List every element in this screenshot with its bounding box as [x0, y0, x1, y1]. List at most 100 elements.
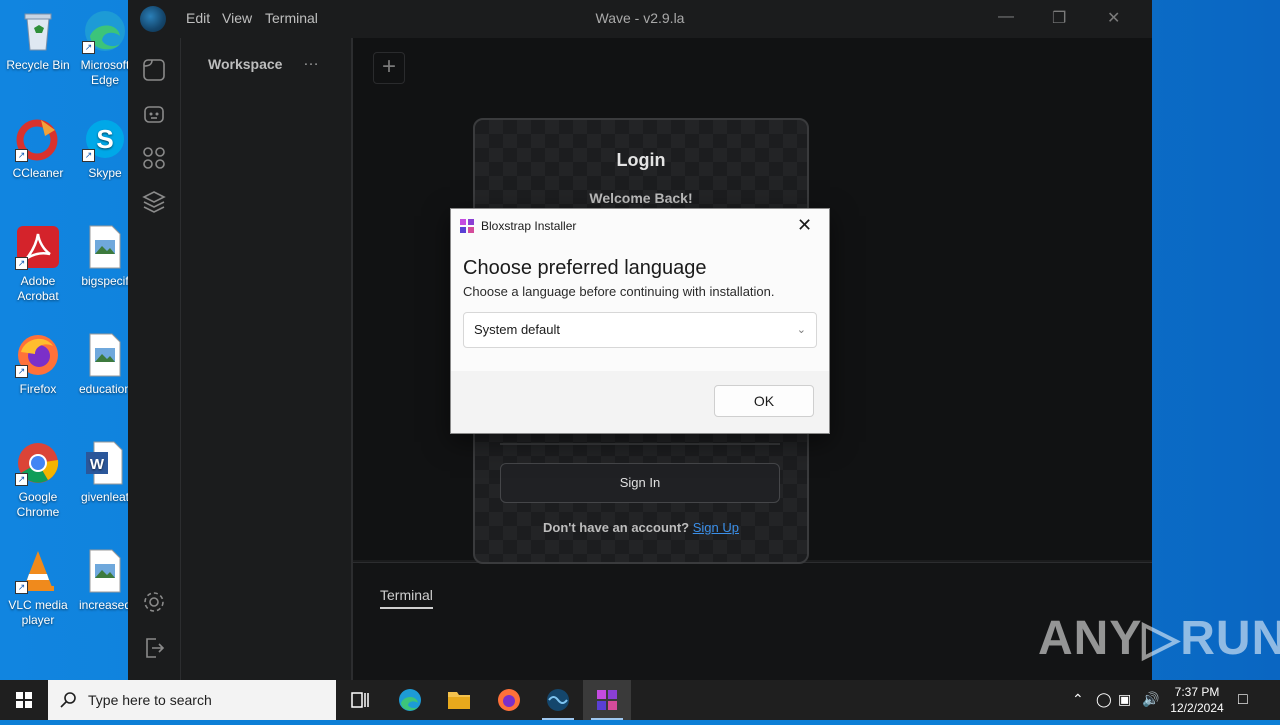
desktop-icon-firefox[interactable]: ↗ Firefox — [0, 332, 76, 397]
chevron-up-icon[interactable]: ⌃ — [1072, 691, 1084, 708]
logout-icon[interactable] — [142, 636, 166, 660]
anyrun-watermark: ANY▷RUN — [1038, 612, 1280, 665]
desktop-icon-label: givenleat — [80, 490, 130, 504]
bloxstrap-icon — [460, 219, 474, 233]
clock-time: 7:37 PM — [1174, 685, 1220, 699]
workspace-panel: Workspace … — [181, 38, 353, 680]
desktop-icon-label: VLC media player — [8, 598, 68, 627]
dialog-app-name: Bloxstrap Installer — [481, 219, 577, 233]
desktop-icon-label: Recycle Bin — [6, 58, 70, 72]
search-placeholder: Type here to search — [88, 692, 212, 708]
taskbar-wave[interactable] — [534, 680, 582, 720]
dialog-subtext: Choose a language before continuing with… — [463, 284, 775, 299]
desktop-icon-label: increased — [78, 598, 132, 612]
language-select[interactable]: System default ⌄ — [463, 312, 817, 348]
dialog-heading: Choose preferred language — [463, 257, 707, 279]
start-button[interactable] — [0, 680, 48, 720]
close-icon[interactable]: ✕ — [1107, 8, 1120, 28]
desktop-icon-givenleat[interactable]: W givenleat — [74, 440, 136, 505]
desktop-icon-edge[interactable]: ↗ Microsoft Edge — [74, 8, 136, 88]
taskbar-file-explorer[interactable] — [435, 680, 483, 720]
windows-icon — [16, 692, 32, 708]
minimize-icon[interactable]: — — [998, 8, 1014, 26]
action-center-icon[interactable]: □ — [1238, 691, 1248, 709]
more-icon[interactable]: … — [303, 52, 320, 70]
desktop-icon-label: Adobe Acrobat — [17, 274, 59, 303]
desktop-icon-increased[interactable]: increased — [74, 548, 136, 613]
desktop-icon-label: Skype — [88, 166, 122, 180]
signup-line: Don't have an account? Sign Up — [475, 520, 807, 535]
firefox-icon: ↗ — [15, 332, 61, 378]
desktop-icon-label: Microsoft Edge — [80, 58, 130, 87]
image-file-icon — [82, 548, 128, 594]
desktop-icon-vlc[interactable]: ↗ VLC media player — [0, 548, 76, 628]
network-icon[interactable]: ▣ — [1118, 691, 1131, 708]
firefox-icon — [498, 689, 520, 711]
terminal-panel: Terminal — [353, 562, 1152, 681]
sign-in-button[interactable]: Sign In — [500, 463, 780, 503]
svg-text:W: W — [90, 456, 105, 473]
taskbar-firefox[interactable] — [485, 680, 533, 720]
maximize-icon[interactable]: ❐ — [1052, 8, 1066, 28]
desktop-icon-ccleaner[interactable]: ↗ CCleaner — [0, 116, 76, 181]
edge-icon: ↗ — [82, 8, 128, 54]
desktop-icon-label: bigspecif — [81, 274, 129, 288]
dialog-content: Bloxstrap Installer ✕ Choose preferred l… — [451, 209, 829, 371]
workspace-title: Workspace — [208, 56, 283, 72]
folder-icon — [448, 692, 470, 709]
desktop-icon-bigspecif[interactable]: bigspecif — [74, 224, 136, 289]
chrome-icon: ↗ — [15, 440, 61, 486]
sign-up-link[interactable]: Sign Up — [693, 520, 739, 535]
wave-sidebar — [128, 38, 181, 680]
desktop-icon-label: education — [78, 382, 132, 396]
divider — [500, 443, 780, 445]
ok-button[interactable]: OK — [714, 385, 814, 417]
layers-icon[interactable] — [142, 190, 166, 214]
wave-titlebar: Edit View Terminal Wave - v2.9.la — ❐ ✕ — [128, 0, 1152, 38]
desktop-icon-chrome[interactable]: ↗ Google Chrome — [0, 440, 76, 520]
desktop-icon-skype[interactable]: S ↗ Skype — [74, 116, 136, 181]
word-file-icon: W — [82, 440, 128, 486]
bloxstrap-icon — [597, 690, 617, 710]
task-view-icon — [351, 692, 369, 708]
svg-text:S: S — [96, 124, 113, 154]
task-view-button[interactable] — [336, 680, 384, 720]
bloxstrap-installer-dialog: Bloxstrap Installer ✕ Choose preferred l… — [450, 208, 830, 434]
desktop-icon-education[interactable]: education — [74, 332, 136, 397]
desktop-icon-acrobat[interactable]: ↗ Adobe Acrobat — [0, 224, 76, 304]
login-welcome: Welcome Back! — [589, 190, 693, 206]
taskbar-edge[interactable] — [386, 680, 434, 720]
acrobat-icon: ↗ — [15, 224, 61, 270]
edge-icon — [399, 689, 421, 711]
taskbar: Type here to search ⌃ ◯ ▣ 🔊 7:37 PM 12/2… — [0, 680, 1280, 720]
chevron-down-icon: ⌄ — [796, 324, 806, 336]
close-icon[interactable]: ✕ — [797, 215, 812, 236]
desktop-icon-label: Firefox — [19, 382, 57, 396]
tab-terminal[interactable]: Terminal — [380, 587, 433, 609]
no-account-text: Don't have an account? — [543, 520, 690, 535]
gear-icon[interactable] — [142, 590, 166, 614]
bot-icon[interactable] — [142, 102, 166, 126]
login-title: Login — [616, 150, 666, 170]
volume-icon[interactable]: 🔊 — [1142, 691, 1159, 708]
desktop-icon-recycle-bin[interactable]: Recycle Bin — [0, 8, 76, 73]
clock[interactable]: 7:37 PM 12/2/2024 — [1160, 684, 1234, 716]
vlc-icon: ↗ — [15, 548, 61, 594]
language-select-value: System default — [474, 322, 560, 337]
taskbar-search[interactable]: Type here to search — [48, 680, 336, 720]
notification-app-icon[interactable]: ◯ — [1096, 691, 1112, 708]
image-file-icon — [82, 224, 128, 270]
clock-date: 12/2/2024 — [1170, 701, 1224, 715]
workspace-icon[interactable] — [142, 58, 166, 82]
taskbar-bloxstrap[interactable] — [583, 680, 631, 720]
desktop-icon-label: CCleaner — [12, 166, 64, 180]
skype-icon: S ↗ — [82, 116, 128, 162]
recycle-bin-icon — [15, 8, 61, 54]
add-tab-button[interactable]: + — [373, 52, 405, 84]
desktop-icon-label: Google Chrome — [16, 490, 60, 519]
ccleaner-icon: ↗ — [15, 116, 61, 162]
apps-grid-icon[interactable] — [142, 146, 166, 170]
image-file-icon — [82, 332, 128, 378]
search-icon — [60, 692, 76, 708]
wave-icon — [547, 689, 569, 711]
